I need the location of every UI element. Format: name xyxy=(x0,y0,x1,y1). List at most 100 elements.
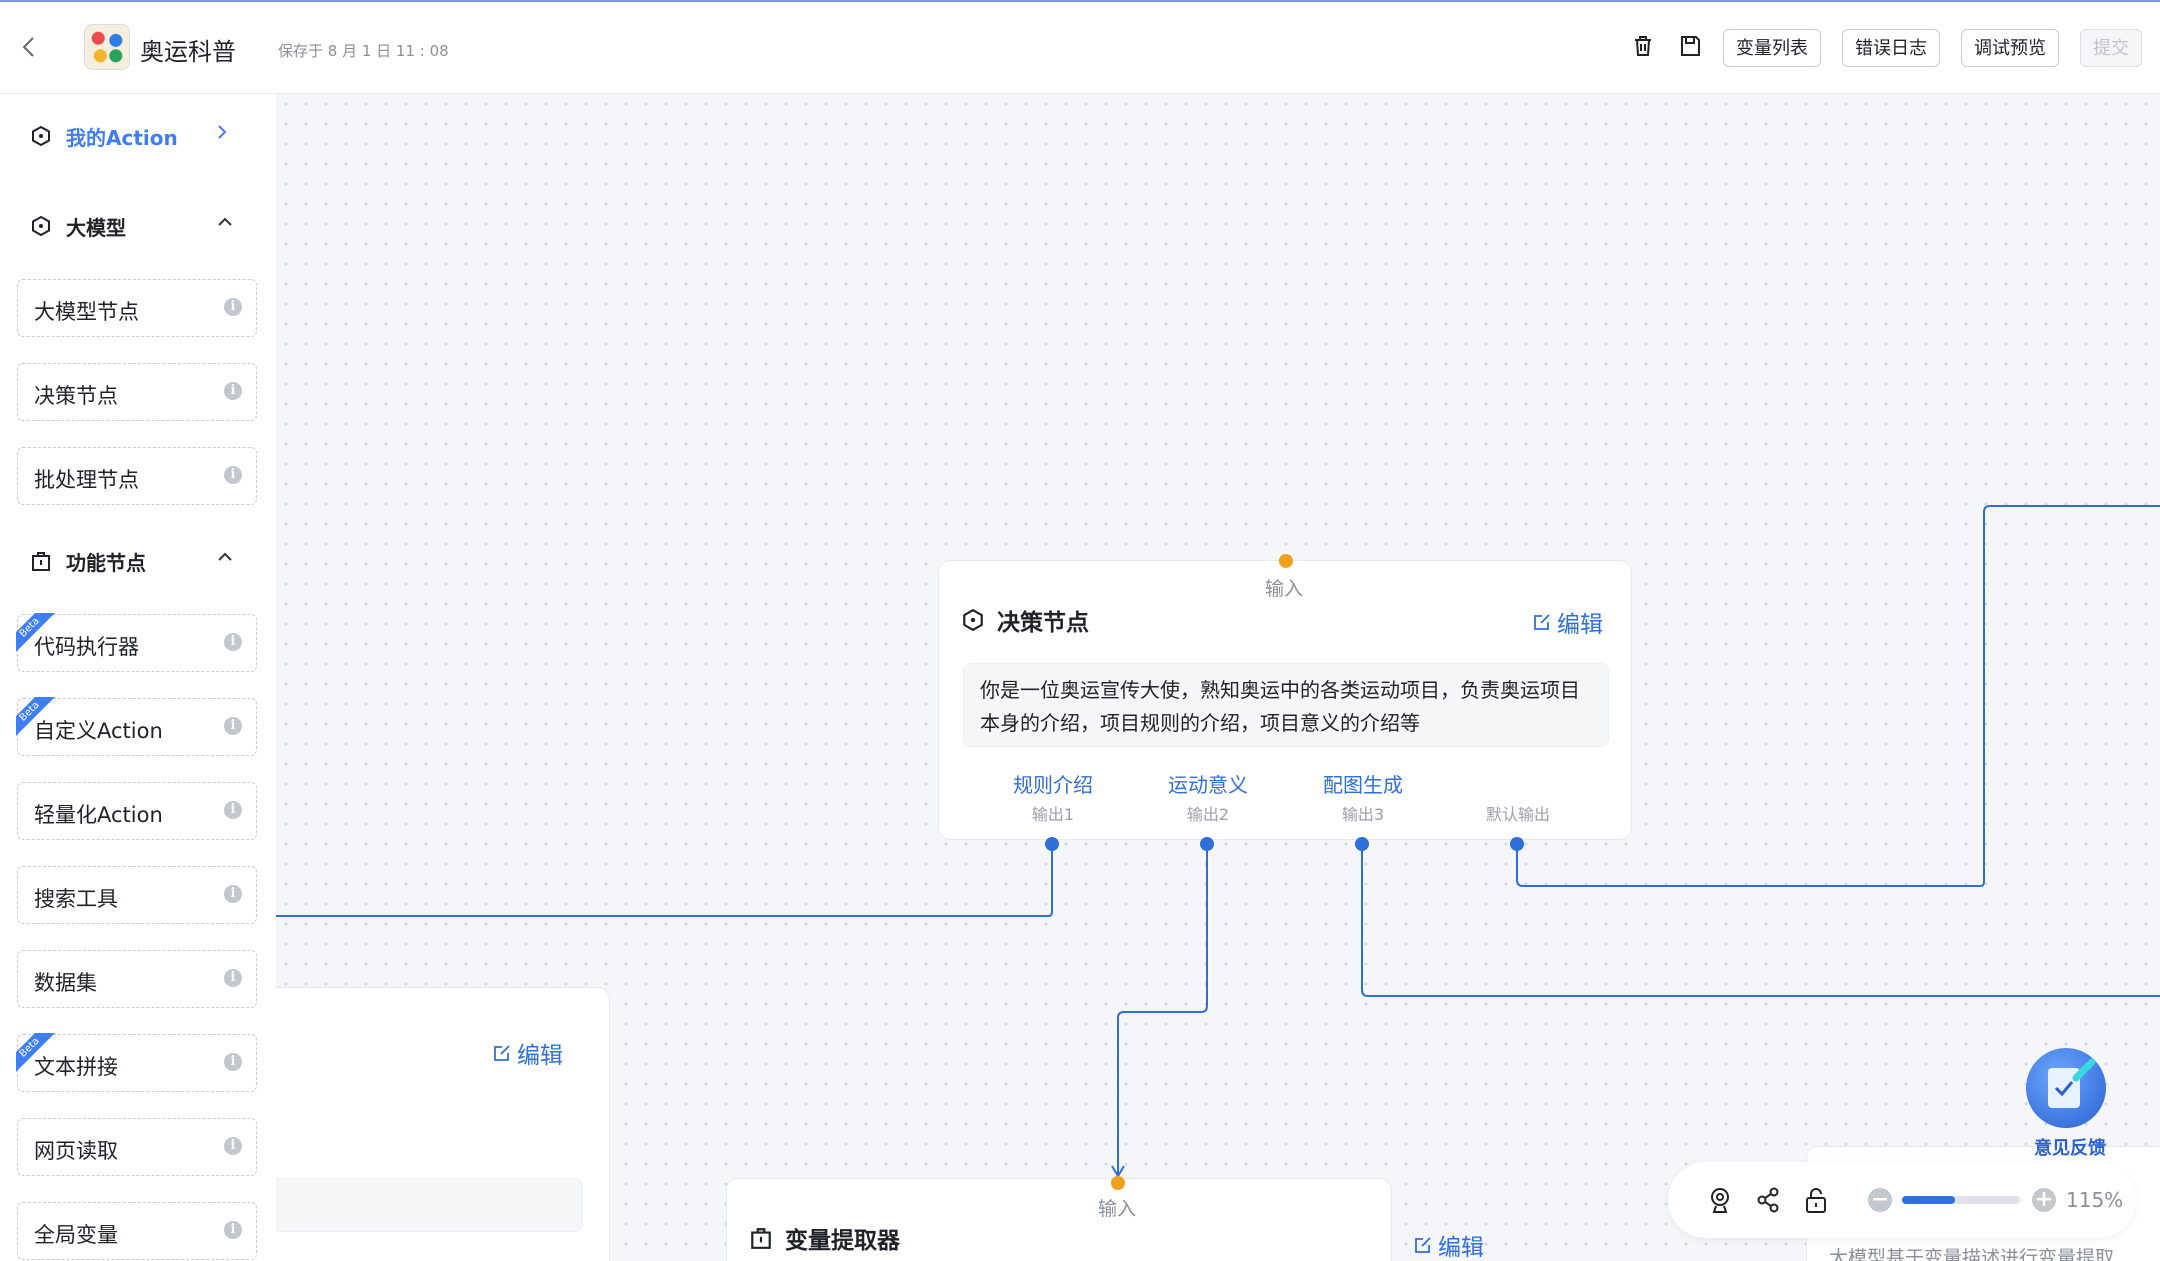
zoom-in-icon[interactable]: + xyxy=(2032,1188,2056,1212)
flow-canvas[interactable]: 编辑 决策节点 编辑 你是一位奥运宣传大使，熟知奥运中的各类运动项目，负责奥运项… xyxy=(276,94,2160,1261)
info-icon[interactable]: i xyxy=(224,382,242,400)
debug-preview-button[interactable]: 调试预览 xyxy=(1961,29,2059,67)
info-icon[interactable]: i xyxy=(224,969,242,987)
edge-sport-meaning[interactable] xyxy=(1117,845,1208,1174)
sidebar-item-label: 全局变量 xyxy=(34,1223,118,1247)
my-action-label: 我的Action xyxy=(66,125,178,150)
sidebar-item-search-tool[interactable]: 搜索工具 i xyxy=(17,866,257,924)
sidebar-item-label: 搜索工具 xyxy=(34,887,118,911)
edge-rule-intro[interactable] xyxy=(276,845,1053,917)
input-port[interactable] xyxy=(1111,1176,1125,1190)
info-icon[interactable]: i xyxy=(224,1137,242,1155)
zoom-toolbar: − + 115% xyxy=(1668,1162,2136,1238)
info-icon[interactable]: i xyxy=(224,801,242,819)
sidebar-item-label: 数据集 xyxy=(34,971,97,995)
function-section-label: 功能节点 xyxy=(66,550,146,575)
sidebar-item-web-reader[interactable]: 网页读取 i xyxy=(17,1118,257,1176)
edit-button[interactable]: 编辑 xyxy=(493,1036,563,1070)
unlock-icon[interactable] xyxy=(1802,1186,1830,1214)
share-icon[interactable] xyxy=(1754,1186,1782,1214)
action-icon xyxy=(32,125,50,147)
output-port[interactable] xyxy=(1355,837,1369,851)
node-sidebar: 我的Action 大模型 大模型节点 i 决策节点 i 批处理节点 i 功能节点… xyxy=(0,94,276,1261)
sidebar-item-custom-action[interactable]: Beta 自定义Action i xyxy=(16,697,257,756)
sidebar-item-dataset[interactable]: 数据集 i xyxy=(17,950,257,1008)
output-label: 运动意义 xyxy=(1168,773,1248,797)
info-icon[interactable]: i xyxy=(224,298,242,316)
save-time: 保存于 8 月 1 日 11 : 08 xyxy=(278,42,449,60)
zoom-slider[interactable] xyxy=(1902,1196,2020,1204)
output-sub: 输出2 xyxy=(1186,805,1230,824)
chevron-up-icon[interactable] xyxy=(215,212,235,237)
node-prompt[interactable]: 你是一位奥运宣传大使，熟知奥运中的各类运动项目，负责奥运项目本身的介绍，项目规则… xyxy=(963,663,1609,747)
info-icon[interactable]: i xyxy=(224,717,242,735)
save-icon[interactable] xyxy=(1679,35,1701,57)
sidebar-item-label: 大模型节点 xyxy=(34,300,139,324)
output-sub: 输出1 xyxy=(1031,805,1075,824)
node-title: 决策节点 xyxy=(961,603,1089,637)
feedback-button[interactable]: 意见反馈 xyxy=(2020,1046,2120,1166)
edit-icon xyxy=(494,1045,510,1061)
info-icon[interactable]: i xyxy=(224,885,242,903)
app-title: 奥运科普 xyxy=(140,38,236,66)
app-logo xyxy=(84,24,130,70)
function-section[interactable]: 功能节点 xyxy=(30,541,146,581)
decision-node-card[interactable]: 决策节点 编辑 你是一位奥运宣传大使，熟知奥运中的各类运动项目，负责奥运项目本身… xyxy=(938,560,1632,840)
info-icon[interactable]: i xyxy=(224,466,242,484)
sidebar-item-text-concat[interactable]: Beta 文本拼接 i xyxy=(16,1033,257,1092)
chevron-up-icon[interactable] xyxy=(215,547,235,572)
info-icon[interactable]: i xyxy=(224,1053,242,1071)
output-port[interactable] xyxy=(1045,837,1059,851)
node-title: 变量提取器 xyxy=(749,1221,900,1255)
sidebar-item-code-executor[interactable]: Beta 代码执行器 i xyxy=(16,613,257,672)
input-label: 输入 xyxy=(1098,1198,1137,1220)
sidebar-item-decision-node[interactable]: 决策节点 i xyxy=(17,363,257,421)
sidebar-item-label: 自定义Action xyxy=(34,719,163,743)
sidebar-item-global-variable[interactable]: 全局变量 i xyxy=(17,1202,257,1260)
zoom-out-icon[interactable]: − xyxy=(1868,1188,1892,1212)
sidebar-item-label: 文本拼接 xyxy=(34,1055,118,1079)
toolbox-icon xyxy=(751,1228,771,1249)
input-port[interactable] xyxy=(1279,554,1293,568)
trash-icon[interactable] xyxy=(1632,35,1654,57)
output-label: 规则介绍 xyxy=(1013,773,1093,797)
edit-label: 编辑 xyxy=(517,1043,563,1069)
location-icon[interactable] xyxy=(1706,1186,1734,1214)
edit-button[interactable]: 编辑 xyxy=(1414,1228,1484,1261)
extractor-node-card[interactable]: 变量提取器 xyxy=(726,1178,1392,1261)
left-node-card[interactable]: 编辑 xyxy=(276,987,610,1261)
llm-section[interactable]: 大模型 xyxy=(30,206,126,246)
decision-icon xyxy=(963,608,983,632)
input-label: 输入 xyxy=(1265,578,1304,600)
submit-button[interactable]: 提交 xyxy=(2080,29,2142,67)
output-sub: 默认输出 xyxy=(1485,805,1550,824)
info-icon[interactable]: i xyxy=(224,633,242,651)
zoom-percent: 115% xyxy=(2066,1188,2124,1212)
edit-button[interactable]: 编辑 xyxy=(1533,605,1603,639)
header: 奥运科普 保存于 8 月 1 日 11 : 08 变量列表 错误日志 调试预览 … xyxy=(0,2,2160,94)
sidebar-item-label: 轻量化Action xyxy=(34,803,163,827)
node-description: 大模型基于变量描述进行变量提取 xyxy=(1829,1247,2115,1261)
edge-image-gen[interactable] xyxy=(1361,845,2160,997)
output-port[interactable] xyxy=(1510,837,1524,851)
sidebar-item-light-action[interactable]: 轻量化Action i xyxy=(17,782,257,840)
chevron-right-icon[interactable] xyxy=(215,122,229,147)
edit-icon xyxy=(1415,1237,1431,1253)
toolbox-icon xyxy=(32,552,50,571)
feedback-icon xyxy=(2026,1048,2106,1128)
edit-label: 编辑 xyxy=(1438,1235,1484,1261)
sidebar-item-llm-node[interactable]: 大模型节点 i xyxy=(17,279,257,337)
chevron-left-icon[interactable] xyxy=(18,32,40,62)
my-action-section[interactable]: 我的Action xyxy=(30,116,178,156)
zoom-slider-fill xyxy=(1902,1196,1956,1204)
sidebar-item-label: 网页读取 xyxy=(34,1139,118,1163)
sidebar-item-label: 决策节点 xyxy=(34,384,118,408)
output-port[interactable] xyxy=(1200,837,1214,851)
variables-button[interactable]: 变量列表 xyxy=(1723,29,1821,67)
feedback-label: 意见反馈 xyxy=(2034,1138,2106,1159)
sidebar-item-batch-node[interactable]: 批处理节点 i xyxy=(17,447,257,505)
info-icon[interactable]: i xyxy=(224,1221,242,1239)
node-title-label: 变量提取器 xyxy=(785,1228,900,1254)
llm-section-label: 大模型 xyxy=(66,215,126,240)
error-log-button[interactable]: 错误日志 xyxy=(1842,29,1940,67)
